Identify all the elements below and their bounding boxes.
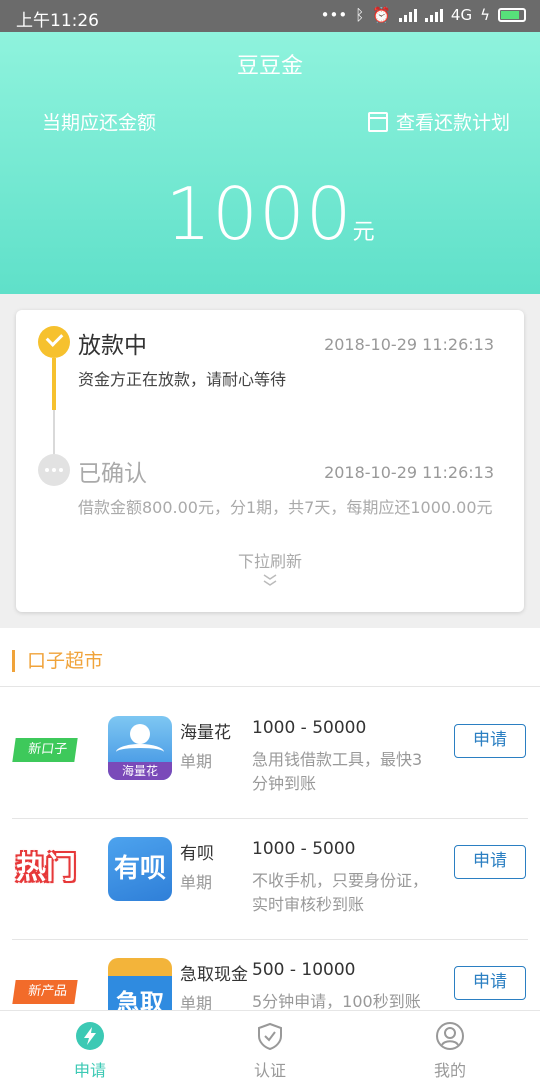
product-logo: 海量花 <box>108 716 172 780</box>
pending-dots-icon <box>38 454 70 486</box>
pull-refresh-hint: 下拉刷新 <box>237 552 302 571</box>
signal-icon <box>398 8 417 22</box>
step-desc-disbursing: 资金方正在放款，请耐心等待 <box>78 370 287 389</box>
new-badge: 新口子 <box>12 738 78 762</box>
bluetooth-icon: ᛒ <box>355 6 365 24</box>
apply-button[interactable]: 申请 <box>454 724 526 758</box>
market-title: 口子超市 <box>12 650 103 672</box>
loan-market: 口子超市 新口子 海量花 海量花 单期 1000 - 50000 急用钱借款工具… <box>0 628 540 1028</box>
apply-button[interactable]: 申请 <box>454 845 526 879</box>
product-name: 海量花 <box>180 723 231 743</box>
product-desc: 急用钱借款工具，最快3分钟到账 <box>252 750 423 793</box>
wave-icon <box>116 744 164 760</box>
tab-apply-label: 申请 <box>73 1061 106 1080</box>
hot-badge: 热门 <box>16 851 76 886</box>
product-name: 有呗 <box>180 844 214 864</box>
loan-status-card: 放款中 2018-10-29 11:26:13 资金方正在放款，请耐心等待 已确… <box>16 310 524 612</box>
tab-verify-label: 认证 <box>253 1061 286 1080</box>
step-time-disbursing: 2018-10-29 11:26:13 <box>324 335 494 354</box>
drop-icon <box>130 724 150 744</box>
battery-icon <box>498 8 526 22</box>
product-desc: 不收手机，只要身份证，实时审核秒到账 <box>252 871 429 914</box>
product-item[interactable]: 热门 有呗 有呗 单期 1000 - 5000 不收手机，只要身份证，实时审核秒… <box>0 819 540 940</box>
network-type: 4G <box>450 6 473 24</box>
product-term: 单期 <box>180 873 213 892</box>
logo-text: 海量花 <box>108 762 172 780</box>
shield-check-icon <box>258 1022 282 1051</box>
product-range: 1000 - 50000 <box>252 718 367 738</box>
progress-line-pending <box>53 410 55 458</box>
due-amount-label: 当期应还金额 <box>42 112 157 134</box>
tab-apply[interactable]: 申请 <box>0 1011 180 1080</box>
step-time-confirmed: 2018-10-29 11:26:13 <box>324 463 494 482</box>
product-range: 500 - 10000 <box>252 960 356 980</box>
product-term: 单期 <box>180 752 213 771</box>
page-title: 豆豆金 <box>236 54 303 79</box>
divider <box>0 686 540 687</box>
bottom-tab-bar: 申请 认证 我的 <box>0 1010 540 1080</box>
repayment-plan-link[interactable]: 查看还款计划 <box>367 108 510 135</box>
check-circle-icon <box>38 326 70 358</box>
tab-mine-label: 我的 <box>433 1061 466 1080</box>
product-name: 急取现金 <box>180 965 248 985</box>
product-range: 1000 - 5000 <box>252 839 356 859</box>
double-chevron-down-icon <box>263 574 277 586</box>
status-icons: ••• ᛒ ⏰ 4G ϟ <box>321 6 526 24</box>
due-amount-value: 1000 <box>165 172 353 256</box>
step-desc-confirmed: 借款金额800.00元，分1期，共7天，每期应还1000.00元 <box>78 498 493 517</box>
charging-icon: ϟ <box>480 6 490 24</box>
progress-line-active <box>52 358 56 410</box>
product-logo: 有呗 <box>108 837 172 901</box>
repayment-header: 豆豆金 当期应还金额 查看还款计划 1000元 <box>0 32 540 294</box>
step-title-confirmed: 已确认 <box>78 461 147 487</box>
alarm-icon: ⏰ <box>372 6 391 24</box>
signal-2-icon <box>424 8 443 22</box>
repayment-plan-label: 查看还款计划 <box>395 112 510 134</box>
more-dots-icon: ••• <box>320 6 348 24</box>
product-item[interactable]: 新口子 海量花 海量花 单期 1000 - 50000 急用钱借款工具，最快3分… <box>0 698 540 819</box>
step-title-disbursing: 放款中 <box>78 333 147 359</box>
user-icon <box>436 1022 464 1050</box>
due-amount: 1000元 <box>0 172 540 256</box>
status-time: 上午11:26 <box>16 11 99 31</box>
new-product-badge: 新产品 <box>12 980 78 1004</box>
lightning-icon <box>76 1022 104 1050</box>
tab-mine[interactable]: 我的 <box>360 1011 540 1080</box>
apply-button[interactable]: 申请 <box>454 966 526 1000</box>
calendar-icon <box>367 111 388 132</box>
due-amount-unit: 元 <box>352 220 375 245</box>
tab-verify[interactable]: 认证 <box>180 1011 360 1080</box>
status-bar: 上午11:26 ••• ᛒ ⏰ 4G ϟ <box>0 0 540 32</box>
